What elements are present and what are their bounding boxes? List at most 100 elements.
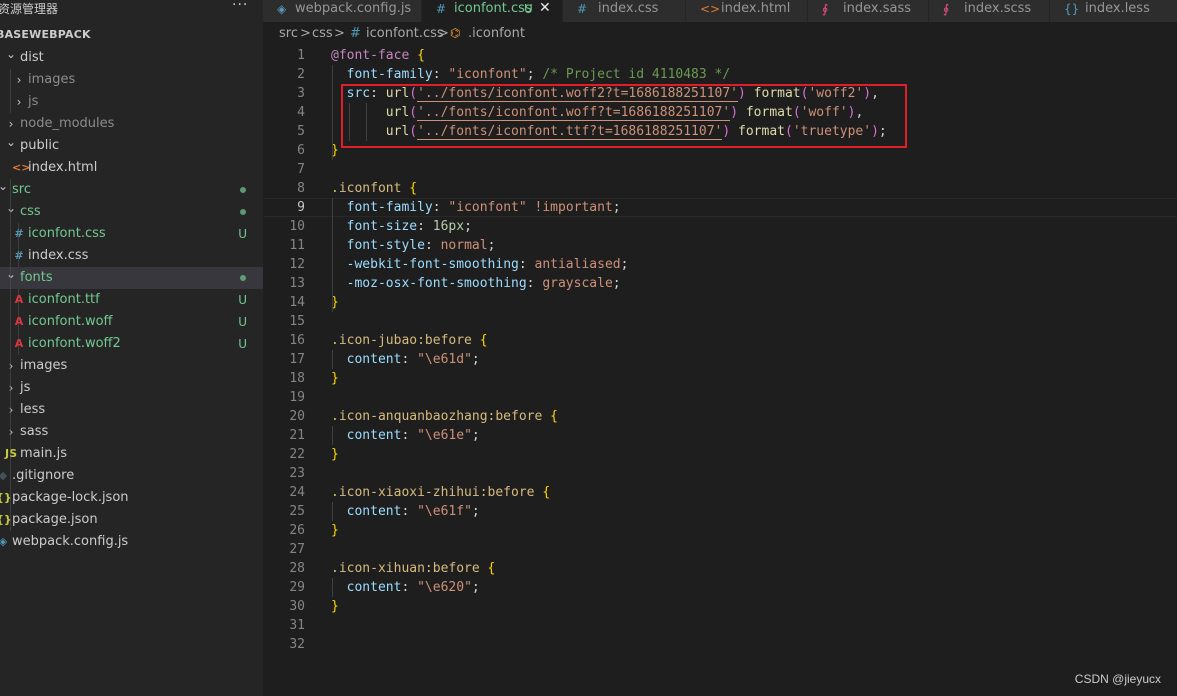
tree-file[interactable]: {}package-lock.json — [0, 487, 263, 509]
code-line[interactable]: 13 -moz-osx-font-smoothing: grayscale; — [263, 274, 1177, 293]
code-content: font-family: "iconfont" !important; — [331, 199, 621, 216]
code-line[interactable]: 21 content: "\e61e"; — [263, 426, 1177, 445]
code-line[interactable]: 24 .icon-xiaoxi-zhihui:before { — [263, 483, 1177, 502]
sass-file-icon: ∮ — [943, 2, 950, 16]
tree-folder[interactable]: › js — [0, 91, 263, 113]
chevron-down-icon[interactable]: ⌄ — [6, 197, 16, 219]
tree-folder[interactable]: ⌄ css — [0, 201, 263, 223]
code-token: "iconfont" — [448, 67, 527, 82]
code-line[interactable]: 7 — [263, 160, 1177, 179]
code-token: content — [346, 428, 402, 443]
chevron-right-icon[interactable]: › — [6, 421, 16, 443]
tree-folder[interactable]: › sass — [0, 421, 263, 443]
tree-folder[interactable]: › images — [0, 355, 263, 377]
code-token: .icon-anquanbaozhang:before — [331, 409, 543, 424]
tree-folder[interactable]: ⌄ fonts — [0, 267, 263, 289]
tab-webpack-config-js[interactable]: ◈ webpack.config.js — [263, 0, 422, 22]
chevron-right-icon[interactable]: › — [6, 355, 16, 377]
tree-folder[interactable]: › less — [0, 399, 263, 421]
tree-file[interactable]: # index.css — [0, 245, 263, 267]
code-line[interactable]: 1 @font-face { — [263, 46, 1177, 65]
tree-file[interactable]: Aiconfont.woff U — [0, 311, 263, 333]
code-line[interactable]: 29 content: "\e620"; — [263, 578, 1177, 597]
tab-iconfont-css[interactable]: # iconfont.css U ✕ — [422, 0, 563, 22]
code-line[interactable]: 31 — [263, 616, 1177, 635]
code-token: ; — [471, 580, 480, 595]
annotation-highlight-box — [341, 84, 907, 148]
code-line[interactable]: 27 — [263, 540, 1177, 559]
tree-file[interactable]: Aiconfont.ttf U — [0, 289, 263, 311]
code-token: ; — [471, 352, 480, 367]
code-token: { — [479, 333, 488, 348]
code-line[interactable]: 9 font-family: "iconfont" !important; — [263, 198, 1177, 217]
code-line[interactable]: 23 — [263, 464, 1177, 483]
tree-file[interactable]: Aiconfont.woff2 U — [0, 333, 263, 355]
code-indent-guide — [332, 426, 333, 445]
code-line[interactable]: 19 — [263, 388, 1177, 407]
code-line[interactable]: 14} — [263, 293, 1177, 312]
code-content: content: "\e61e"; — [331, 426, 480, 445]
code-line[interactable]: 32 — [263, 635, 1177, 654]
tab-index-css[interactable]: # index.css — [563, 0, 686, 22]
code-token: } — [331, 447, 339, 462]
code-line[interactable]: 10 font-size: 16px; — [263, 217, 1177, 236]
code-line[interactable]: 30} — [263, 597, 1177, 616]
code-token: "\e61e" — [417, 428, 472, 443]
code-line[interactable]: 17 content: "\e61d"; — [263, 350, 1177, 369]
font-file-icon: A — [12, 311, 26, 333]
tree-file[interactable]: # iconfont.css U — [0, 223, 263, 245]
tree-file[interactable]: <> index.html — [0, 157, 263, 179]
chevron-right-icon[interactable]: › — [14, 91, 24, 113]
code-line[interactable]: 26} — [263, 521, 1177, 540]
code-token: : — [401, 352, 418, 367]
code-line[interactable]: 20 .icon-anquanbaozhang:before { — [263, 407, 1177, 426]
breadcrumb-file[interactable]: iconfont.css — [366, 26, 444, 41]
tree-folder[interactable]: ⌄ dist — [0, 47, 263, 69]
chevron-down-icon[interactable]: ⌄ — [0, 175, 8, 197]
code-line[interactable]: 22} — [263, 445, 1177, 464]
chevron-down-icon[interactable]: ⌄ — [6, 43, 16, 65]
breadcrumb-symbol[interactable]: .iconfont — [468, 26, 525, 41]
font-file-icon: A — [12, 289, 26, 311]
code-line[interactable]: 18} — [263, 369, 1177, 388]
code-line[interactable]: 15 — [263, 312, 1177, 331]
tree-file[interactable]: ◆ .gitignore — [0, 465, 263, 487]
code-line[interactable]: 11 font-style: normal; — [263, 236, 1177, 255]
code-line[interactable]: 28 .icon-xihuan:before { — [263, 559, 1177, 578]
code-line[interactable]: 25 content: "\e61f"; — [263, 502, 1177, 521]
more-actions-icon[interactable]: ··· — [232, 0, 248, 13]
breadcrumb-src[interactable]: src — [279, 26, 298, 41]
breadcrumb-css[interactable]: css — [312, 26, 333, 41]
tree-folder[interactable]: › node_modules — [0, 113, 263, 135]
tree-folder[interactable]: › js — [0, 377, 263, 399]
tab-index-html[interactable]: <> index.html — [686, 0, 808, 22]
code-token: content — [346, 352, 402, 367]
chevron-down-icon[interactable]: ⌄ — [6, 131, 16, 153]
chevron-down-icon[interactable]: ⌄ — [6, 263, 16, 285]
close-icon[interactable]: ✕ — [539, 0, 551, 17]
tree-file[interactable]: ◈ webpack.config.js — [0, 531, 263, 553]
code-line[interactable]: 8 .iconfont { — [263, 179, 1177, 198]
git-status-badge: U — [238, 337, 247, 351]
chevron-right-icon[interactable]: › — [6, 399, 16, 421]
tree-folder[interactable]: ⌄ src — [0, 179, 263, 201]
tree-file[interactable]: {}package.json — [0, 509, 263, 531]
tab-index-sass[interactable]: ∮ index.sass — [808, 0, 929, 22]
tree-folder[interactable]: ⌄ public — [0, 135, 263, 157]
chevron-right-icon[interactable]: › — [6, 377, 16, 399]
code-token: { — [550, 409, 558, 424]
code-line[interactable]: 12 -webkit-font-smoothing: antialiased; — [263, 255, 1177, 274]
tree-file[interactable]: JSmain.js — [0, 443, 263, 465]
line-number: 10 — [289, 219, 305, 234]
project-root-label[interactable]: BASEWEBPACK — [0, 28, 91, 41]
tab-index-scss[interactable]: ∮ index.scss — [929, 0, 1050, 22]
chevron-right-icon[interactable]: › — [14, 69, 24, 91]
tree-folder[interactable]: › images — [0, 69, 263, 91]
tab-index-less[interactable]: {} index.less — [1050, 0, 1177, 22]
code-line[interactable]: 16 .icon-jubao:before { — [263, 331, 1177, 350]
code-token: !important — [534, 200, 613, 215]
code-line[interactable]: 2 font-family: "iconfont"; /* Project id… — [263, 65, 1177, 84]
